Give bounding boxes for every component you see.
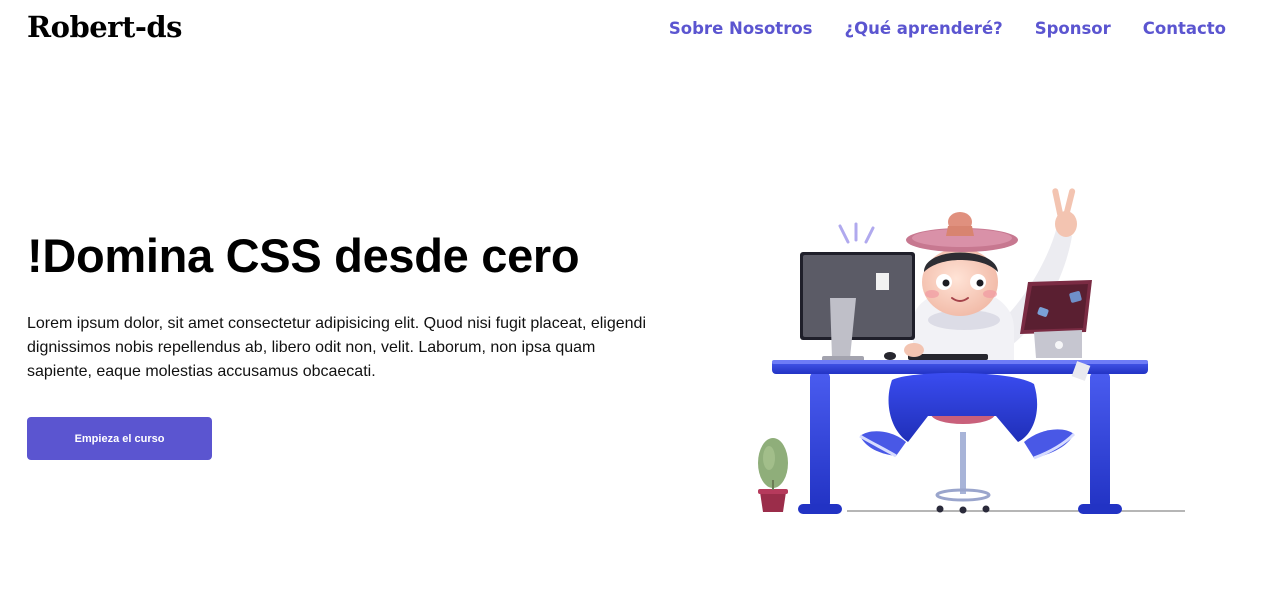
monitor-icon — [800, 252, 915, 362]
nav-link-sobre-nosotros[interactable]: Sobre Nosotros — [669, 19, 813, 38]
landing-page: Robert-ds Sobre Nosotros ¿Qué aprenderé?… — [0, 0, 1262, 602]
nav-link-que-aprendere[interactable]: ¿Qué aprenderé? — [845, 19, 1003, 38]
nav-link-contacto[interactable]: Contacto — [1143, 19, 1226, 38]
nav-link-sponsor[interactable]: Sponsor — [1035, 19, 1111, 38]
office-chair — [931, 404, 995, 514]
plant-icon — [758, 438, 788, 512]
main-nav: Sobre Nosotros ¿Qué aprenderé? Sponsor C… — [669, 19, 1226, 38]
hero-title: !Domina CSS desde cero — [27, 229, 580, 282]
start-course-button[interactable]: Empieza el curso — [27, 417, 212, 460]
laptop-icon — [1020, 280, 1092, 358]
site-logo[interactable]: Robert-ds — [27, 10, 183, 44]
hero-description: Lorem ipsum dolor, sit amet consectetur … — [27, 315, 646, 380]
developer-at-desk-illustration — [758, 188, 1185, 514]
